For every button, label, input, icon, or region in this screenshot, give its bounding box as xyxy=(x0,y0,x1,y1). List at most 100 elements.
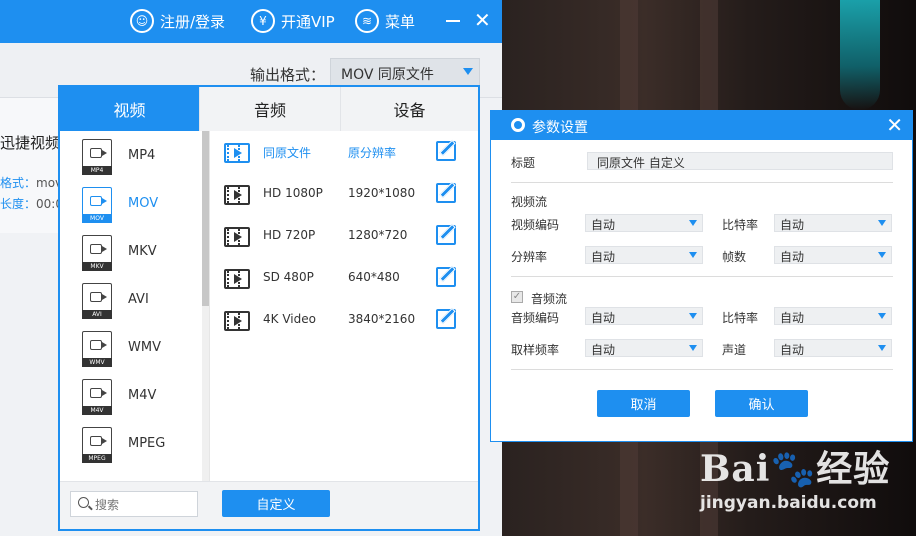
output-format-select[interactable]: MOV 同原文件 xyxy=(330,58,480,86)
video-file-icon: MOV xyxy=(82,187,112,223)
params-dialog: 参数设置 ✕ 标题 同原文件 自定义 视频流 视频编码 自动 比特率 自动 分辨… xyxy=(490,110,913,442)
close-icon[interactable]: ✕ xyxy=(474,10,492,30)
audio-codec-select[interactable]: 自动 xyxy=(585,307,703,325)
film-icon xyxy=(224,269,250,289)
chevron-down-icon xyxy=(463,68,473,75)
format-list: MP4 MP4 MOV MOV MKV MKV AVI AVI WMV WMV … xyxy=(60,131,210,481)
preset-resolution: 1280*720 xyxy=(348,228,408,242)
chevron-down-icon xyxy=(878,345,886,351)
fps-select[interactable]: 自动 xyxy=(774,246,892,264)
video-bitrate-value: 自动 xyxy=(780,218,805,232)
gear-icon xyxy=(511,118,525,132)
watermark-brand2: 经验 xyxy=(816,448,891,490)
preset-name: 同原文件 xyxy=(263,146,312,160)
format-panel: 视频 音频 设备 MP4 MP4 MOV MOV MKV MKV AVI AVI… xyxy=(58,85,480,531)
edit-icon[interactable] xyxy=(436,183,456,203)
chevron-down-icon xyxy=(689,220,697,226)
chevron-down-icon xyxy=(878,220,886,226)
tab-video[interactable]: 视频 xyxy=(60,87,200,131)
format-item-m4v[interactable]: M4V M4V xyxy=(60,373,200,421)
audio-stream-checkbox[interactable]: ✓ xyxy=(511,291,523,303)
edit-icon[interactable] xyxy=(436,141,456,161)
chevron-down-icon xyxy=(878,252,886,258)
format-item-label: MOV xyxy=(128,196,159,211)
scrollbar-thumb[interactable] xyxy=(202,131,209,306)
preset-row[interactable]: 4K Video 3840*2160 xyxy=(220,301,470,341)
output-format-value: MOV 同原文件 xyxy=(341,67,434,83)
fps-value: 自动 xyxy=(780,250,805,264)
cancel-button[interactable]: 取消 xyxy=(597,390,690,417)
film-icon xyxy=(224,143,250,163)
audio-bitrate-select[interactable]: 自动 xyxy=(774,307,892,325)
tab-device[interactable]: 设备 xyxy=(341,87,478,131)
resolution-select[interactable]: 自动 xyxy=(585,246,703,264)
edit-icon[interactable] xyxy=(436,267,456,287)
film-icon xyxy=(224,227,250,247)
samplerate-value: 自动 xyxy=(591,343,616,357)
watermark-url: jingyan.baidu.com xyxy=(700,493,877,513)
vip-label: 开通VIP xyxy=(281,12,335,31)
confirm-button[interactable]: 确认 xyxy=(715,390,808,417)
tab-audio[interactable]: 音频 xyxy=(200,87,341,131)
custom-button[interactable]: 自定义 xyxy=(222,490,330,517)
file-duration-label: 长度： xyxy=(0,197,37,211)
title-label: 标题 xyxy=(511,156,536,170)
channels-select[interactable]: 自动 xyxy=(774,339,892,357)
format-item-label: WMV xyxy=(128,340,161,355)
cart-icon: ¥ xyxy=(251,9,275,33)
film-icon xyxy=(224,185,250,205)
preset-resolution: 原分辨率 xyxy=(348,146,397,160)
video-file-icon: WMV xyxy=(82,331,112,367)
format-item-label: AVI xyxy=(128,292,149,307)
menu-button[interactable]: ≋ 菜单 xyxy=(355,8,415,34)
register-login-button[interactable]: ☺ 注册/登录 xyxy=(130,8,225,34)
preset-row[interactable]: 同原文件 原分辨率 xyxy=(220,133,470,173)
format-item-mpeg[interactable]: MPEG MPEG xyxy=(60,421,200,469)
video-codec-select[interactable]: 自动 xyxy=(585,214,703,232)
paw-icon: 🐾 xyxy=(770,448,817,490)
layers-icon: ≋ xyxy=(355,9,379,33)
format-item-wmv[interactable]: WMV WMV xyxy=(60,325,200,373)
close-icon[interactable]: ✕ xyxy=(886,113,903,137)
samplerate-label: 取样频率 xyxy=(511,343,560,357)
divider xyxy=(511,182,893,183)
video-bitrate-select[interactable]: 自动 xyxy=(774,214,892,232)
baidu-watermark: Bai🐾经验 jingyan.baidu.com xyxy=(700,440,891,513)
audio-section-label: 音频流 xyxy=(531,292,568,306)
backdrop-glow xyxy=(840,0,880,110)
chevron-down-icon xyxy=(689,345,697,351)
minimize-icon[interactable] xyxy=(446,20,460,22)
audio-bitrate-label: 比特率 xyxy=(722,311,759,325)
video-bitrate-label: 比特率 xyxy=(722,218,759,232)
resolution-value: 自动 xyxy=(591,250,616,264)
format-item-label: MKV xyxy=(128,244,157,259)
vip-button[interactable]: ¥ 开通VIP xyxy=(251,8,335,34)
format-item-mov[interactable]: MOV MOV xyxy=(60,181,200,229)
format-item-mp4[interactable]: MP4 MP4 xyxy=(60,133,200,181)
format-list-scrollbar[interactable] xyxy=(202,131,209,481)
samplerate-select[interactable]: 自动 xyxy=(585,339,703,357)
format-item-avi[interactable]: AVI AVI xyxy=(60,277,200,325)
preset-row[interactable]: HD 1080P 1920*1080 xyxy=(220,175,470,215)
preset-resolution: 3840*2160 xyxy=(348,312,416,326)
chevron-down-icon xyxy=(689,313,697,319)
search-input[interactable] xyxy=(95,496,191,513)
preset-row[interactable]: SD 480P 640*480 xyxy=(220,259,470,299)
edit-icon[interactable] xyxy=(436,309,456,329)
format-panel-footer: 自定义 xyxy=(60,481,478,529)
title-input[interactable]: 同原文件 自定义 xyxy=(587,152,893,170)
format-item-label: MPEG xyxy=(128,436,166,451)
output-format-label: 输出格式： xyxy=(250,66,326,84)
file-format-label: 格式： xyxy=(0,176,37,190)
preset-resolution: 640*480 xyxy=(348,270,400,284)
film-icon xyxy=(224,311,250,331)
channels-label: 声道 xyxy=(722,343,747,357)
preset-row[interactable]: HD 720P 1280*720 xyxy=(220,217,470,257)
resolution-label: 分辨率 xyxy=(511,250,548,264)
format-item-label: M4V xyxy=(128,388,157,403)
audio-codec-value: 自动 xyxy=(591,311,616,325)
format-item-mkv[interactable]: MKV MKV xyxy=(60,229,200,277)
audio-bitrate-value: 自动 xyxy=(780,311,805,325)
chevron-down-icon xyxy=(878,313,886,319)
edit-icon[interactable] xyxy=(436,225,456,245)
